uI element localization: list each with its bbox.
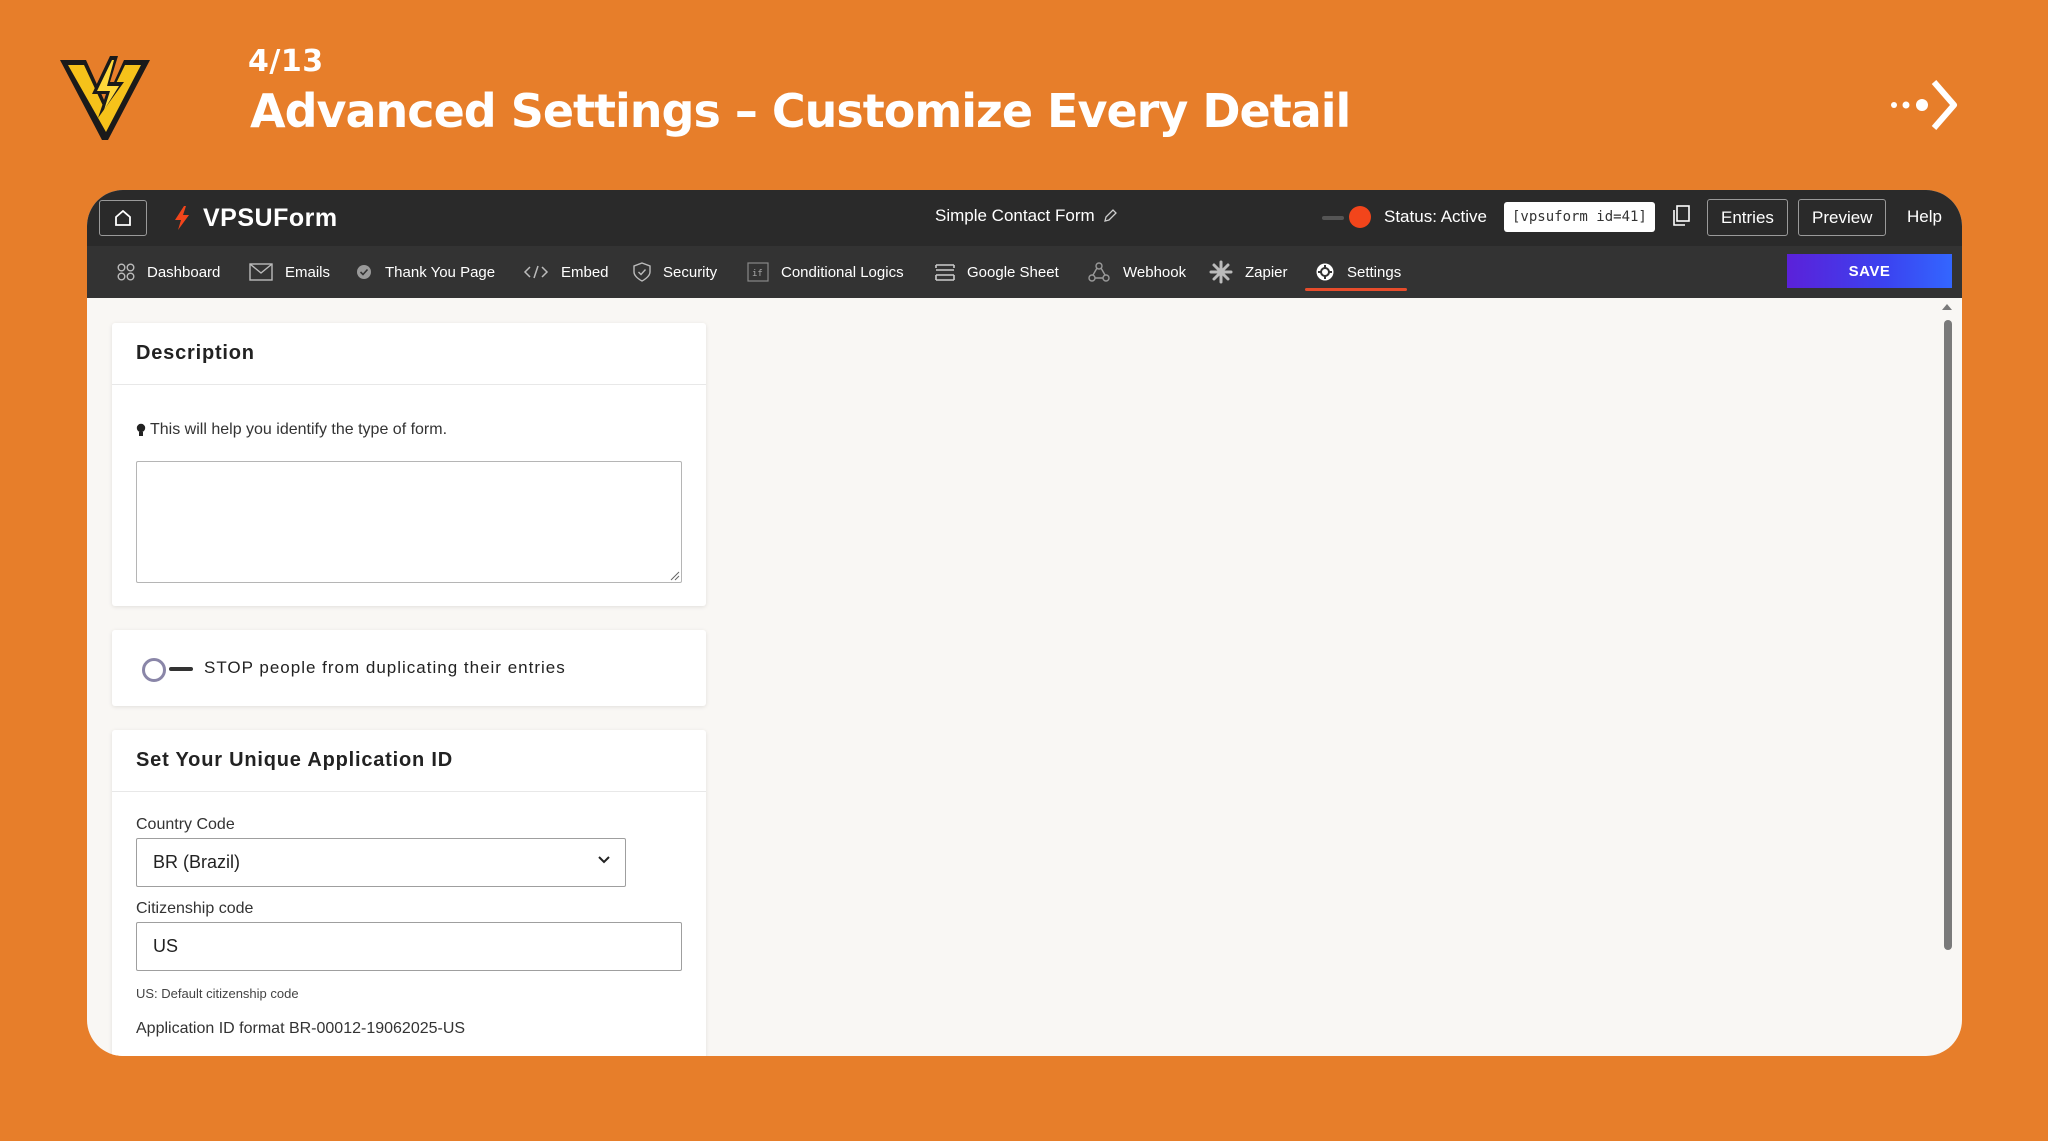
- entries-button[interactable]: Entries: [1707, 199, 1788, 236]
- shield-icon: [633, 262, 651, 282]
- help-link[interactable]: Help: [1907, 207, 1942, 227]
- duplicate-toggle-track[interactable]: [169, 667, 193, 671]
- tab-label: Thank You Page: [385, 263, 496, 281]
- description-textarea[interactable]: [136, 461, 682, 583]
- citizenship-code-label: Citizenship code: [136, 900, 254, 917]
- if-icon: if: [747, 262, 769, 282]
- application-id-card: Set Your Unique Application ID Country C…: [112, 730, 706, 1056]
- save-button[interactable]: SAVE: [1787, 254, 1952, 288]
- description-card: Description This will help you identify …: [112, 323, 706, 606]
- duplicate-toggle-label: STOP people from duplicating their entri…: [204, 658, 566, 677]
- scroll-up-arrow-icon[interactable]: [1942, 304, 1952, 310]
- tab-label: Google Sheet: [967, 263, 1059, 281]
- webhook-icon: [1088, 262, 1110, 282]
- zapier-icon: [1209, 260, 1233, 284]
- tab-dashboard[interactable]: Dashboard: [117, 246, 220, 298]
- slide-headline: Advanced Settings – Customize Every Deta…: [250, 84, 1351, 138]
- scrollbar[interactable]: [1944, 320, 1952, 950]
- slide-step: 4/13: [248, 44, 324, 79]
- code-icon: [523, 265, 549, 279]
- tab-label: Security: [663, 263, 718, 281]
- tab-label: Settings: [1347, 263, 1402, 281]
- tab-security[interactable]: Security: [633, 246, 717, 298]
- brand-logo-icon: [60, 56, 150, 140]
- card-title: Set Your Unique Application ID: [112, 730, 706, 792]
- top-bar: VPSUForm Simple Contact Form Status: Act…: [87, 190, 1962, 246]
- nav-bar: Dashboard Emails Thank You Page Embed Se…: [87, 246, 1962, 298]
- duplicate-toggle-knob[interactable]: [142, 658, 166, 682]
- tab-label: Conditional Logics: [781, 263, 904, 281]
- duplicate-entries-card: STOP people from duplicating their entri…: [112, 630, 706, 706]
- preview-button[interactable]: Preview: [1798, 199, 1887, 236]
- tab-webhook[interactable]: Webhook: [1087, 246, 1186, 298]
- mail-icon: [249, 263, 273, 281]
- home-icon: [115, 210, 131, 226]
- check-circle-icon: [357, 265, 371, 279]
- application-id-format: Application ID format BR-00012-19062025-…: [136, 1020, 466, 1037]
- status-text: Status: Active: [1384, 207, 1487, 226]
- tab-zapier[interactable]: Zapier: [1209, 246, 1288, 298]
- tab-conditional-logics[interactable]: if Conditional Logics: [747, 246, 904, 298]
- tab-label: Webhook: [1123, 263, 1187, 281]
- resize-handle-icon[interactable]: [670, 571, 680, 581]
- description-hint: This will help you identify the type of …: [136, 421, 447, 439]
- lightbulb-icon: [136, 423, 146, 436]
- copy-icon[interactable]: [1671, 204, 1693, 230]
- tab-emails[interactable]: Emails: [249, 246, 330, 298]
- brand: VPSUForm: [173, 202, 338, 234]
- brand-name: VPSUForm: [203, 203, 338, 232]
- tab-label: Zapier: [1245, 263, 1288, 281]
- citizenship-code-input[interactable]: US: [136, 922, 682, 971]
- tab-google-sheet[interactable]: Google Sheet: [935, 246, 1059, 298]
- next-arrow-icon[interactable]: [1888, 78, 1958, 134]
- shortcode-box[interactable]: [vpsuform id=41]: [1504, 202, 1655, 232]
- form-name[interactable]: Simple Contact Form: [935, 206, 1117, 226]
- tab-settings[interactable]: Settings: [1304, 246, 1408, 298]
- tab-label: Dashboard: [147, 263, 221, 281]
- grid-icon: [117, 263, 135, 281]
- bolt-icon: [175, 206, 189, 230]
- home-button[interactable]: [99, 200, 147, 236]
- hint-text: This will help you identify the type of …: [150, 421, 448, 438]
- tab-label: Emails: [285, 263, 331, 281]
- pencil-icon[interactable]: [1103, 209, 1117, 223]
- country-code-select[interactable]: BR (Brazil): [136, 838, 626, 887]
- sheet-icon: [935, 264, 955, 281]
- citizenship-note: US: Default citizenship code: [136, 986, 299, 1001]
- card-title: Description: [112, 323, 706, 385]
- status-toggle-track[interactable]: [1322, 216, 1344, 220]
- status-toggle-knob[interactable]: [1349, 206, 1371, 228]
- country-code-value: BR (Brazil): [153, 852, 241, 872]
- tab-embed[interactable]: Embed: [523, 246, 609, 298]
- gear-icon: [1316, 263, 1334, 281]
- form-name-text: Simple Contact Form: [935, 206, 1095, 225]
- app-window: VPSUForm Simple Contact Form Status: Act…: [87, 190, 1962, 1056]
- svg-text:if: if: [752, 269, 763, 279]
- country-code-label: Country Code: [136, 816, 235, 833]
- tab-label: Embed: [561, 263, 609, 281]
- chevron-down-icon: [598, 856, 610, 864]
- tab-thank-you-page[interactable]: Thank You Page: [355, 246, 495, 298]
